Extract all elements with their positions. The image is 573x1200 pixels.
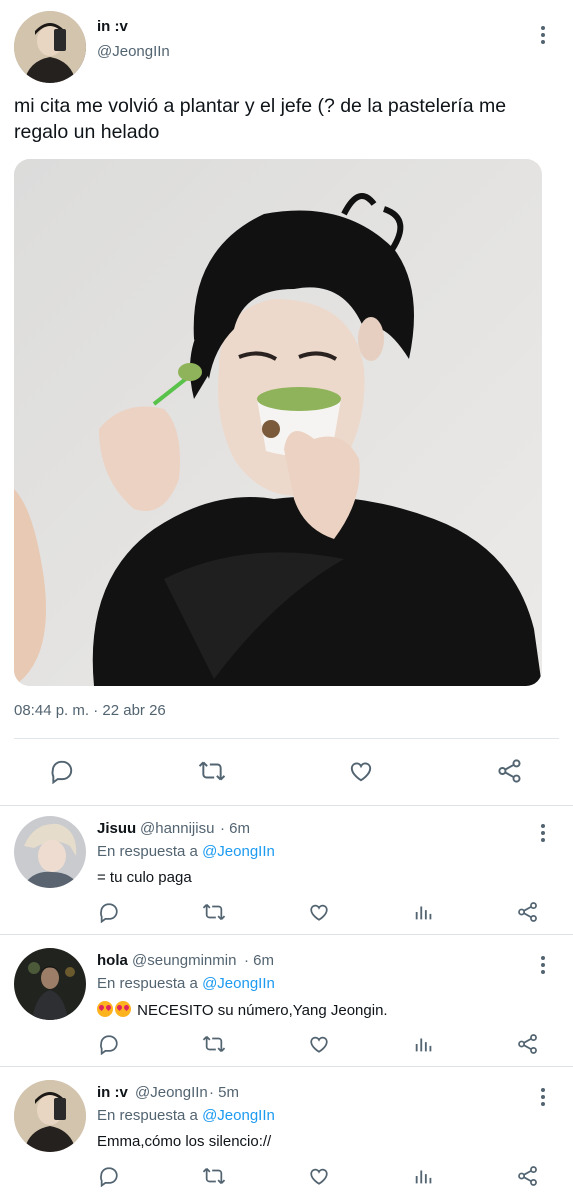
display-name[interactable]: in :v (97, 1084, 128, 1101)
more-options-icon[interactable] (533, 24, 553, 46)
heart-eyes-emoji-icon (115, 1001, 131, 1017)
like-icon[interactable] (345, 755, 377, 787)
reply-tweet[interactable]: hola @seungminmin · 6m En respuesta a @J… (0, 938, 573, 1070)
avatar[interactable] (14, 816, 86, 888)
in-reply-label: En respuesta a (97, 1107, 198, 1124)
reply-time[interactable]: · 6m (220, 820, 250, 837)
share-icon[interactable] (516, 1032, 540, 1056)
divider (0, 1066, 573, 1067)
retweet-icon[interactable] (201, 900, 227, 924)
retweet-icon[interactable] (201, 1032, 227, 1056)
reply-text: Emma,cómo los silencio:// (97, 1133, 272, 1150)
handle[interactable]: @JeongIIn (135, 1084, 208, 1101)
avatar-photo (14, 948, 86, 1020)
analytics-icon[interactable] (412, 900, 436, 924)
in-reply-to: En respuesta a @JeongIIn (97, 975, 275, 992)
reply-time[interactable]: · 5m (209, 1084, 239, 1101)
tweet-timestamp[interactable]: 08:44 p. m. · 22 abr 26 (14, 702, 166, 719)
retweet-icon[interactable] (195, 755, 229, 787)
reply-text: = tu culo paga (97, 869, 192, 886)
mention-link[interactable]: @JeongIIn (202, 843, 275, 860)
mention-link[interactable]: @JeongIIn (202, 1107, 275, 1124)
tweet-text: mi cita me volvió a plantar y el jefe (?… (14, 95, 507, 143)
mention-link[interactable]: @JeongIIn (202, 975, 275, 992)
like-icon[interactable] (307, 900, 331, 924)
reply-tweet[interactable]: Jisuu @hannijisu · 6m En respuesta a @Je… (0, 806, 573, 938)
more-options-icon[interactable] (533, 822, 553, 844)
retweet-icon[interactable] (201, 1164, 227, 1188)
divider (14, 738, 559, 739)
share-icon[interactable] (516, 900, 540, 924)
more-options-icon[interactable] (533, 954, 553, 976)
handle[interactable]: @seungminmin (132, 952, 236, 969)
avatar-photo (14, 816, 86, 888)
photo (14, 159, 542, 686)
display-name[interactable]: Jisuu (97, 820, 136, 837)
tweet-media[interactable] (14, 159, 542, 686)
share-icon[interactable] (516, 1164, 540, 1188)
display-name[interactable]: in :v (97, 18, 128, 35)
reply-icon[interactable] (46, 755, 78, 787)
avatar-photo (14, 1080, 86, 1152)
reply-icon[interactable] (97, 1032, 121, 1056)
more-options-icon[interactable] (533, 1086, 553, 1108)
handle[interactable]: @JeongIIn (97, 43, 170, 60)
avatar[interactable] (14, 11, 86, 83)
in-reply-label: En respuesta a (97, 843, 198, 860)
handle[interactable]: @hannijisu (140, 820, 214, 837)
divider (0, 934, 573, 935)
reply-text: NECESITO su número,Yang Jeongin. (97, 1001, 388, 1019)
avatar[interactable] (14, 948, 86, 1020)
in-reply-to: En respuesta a @JeongIIn (97, 1107, 275, 1124)
in-reply-to: En respuesta a @JeongIIn (97, 843, 275, 860)
in-reply-label: En respuesta a (97, 975, 198, 992)
display-name[interactable]: hola (97, 952, 128, 969)
like-icon[interactable] (307, 1032, 331, 1056)
reply-text-body: NECESITO su número,Yang Jeongin. (137, 1002, 388, 1019)
heart-eyes-emoji-icon (97, 1001, 113, 1017)
analytics-icon[interactable] (412, 1032, 436, 1056)
avatar[interactable] (14, 1080, 86, 1152)
like-icon[interactable] (307, 1164, 331, 1188)
reply-icon[interactable] (97, 900, 121, 924)
share-icon[interactable] (494, 755, 526, 787)
main-tweet: in :v @JeongIIn mi cita me volvió a plan… (0, 0, 573, 806)
avatar-photo (14, 11, 86, 83)
reply-time[interactable]: · 6m (244, 952, 274, 969)
analytics-icon[interactable] (412, 1164, 436, 1188)
reply-tweet[interactable]: in :v @JeongIIn · 5m En respuesta a @Jeo… (0, 1070, 573, 1200)
reply-icon[interactable] (97, 1164, 121, 1188)
